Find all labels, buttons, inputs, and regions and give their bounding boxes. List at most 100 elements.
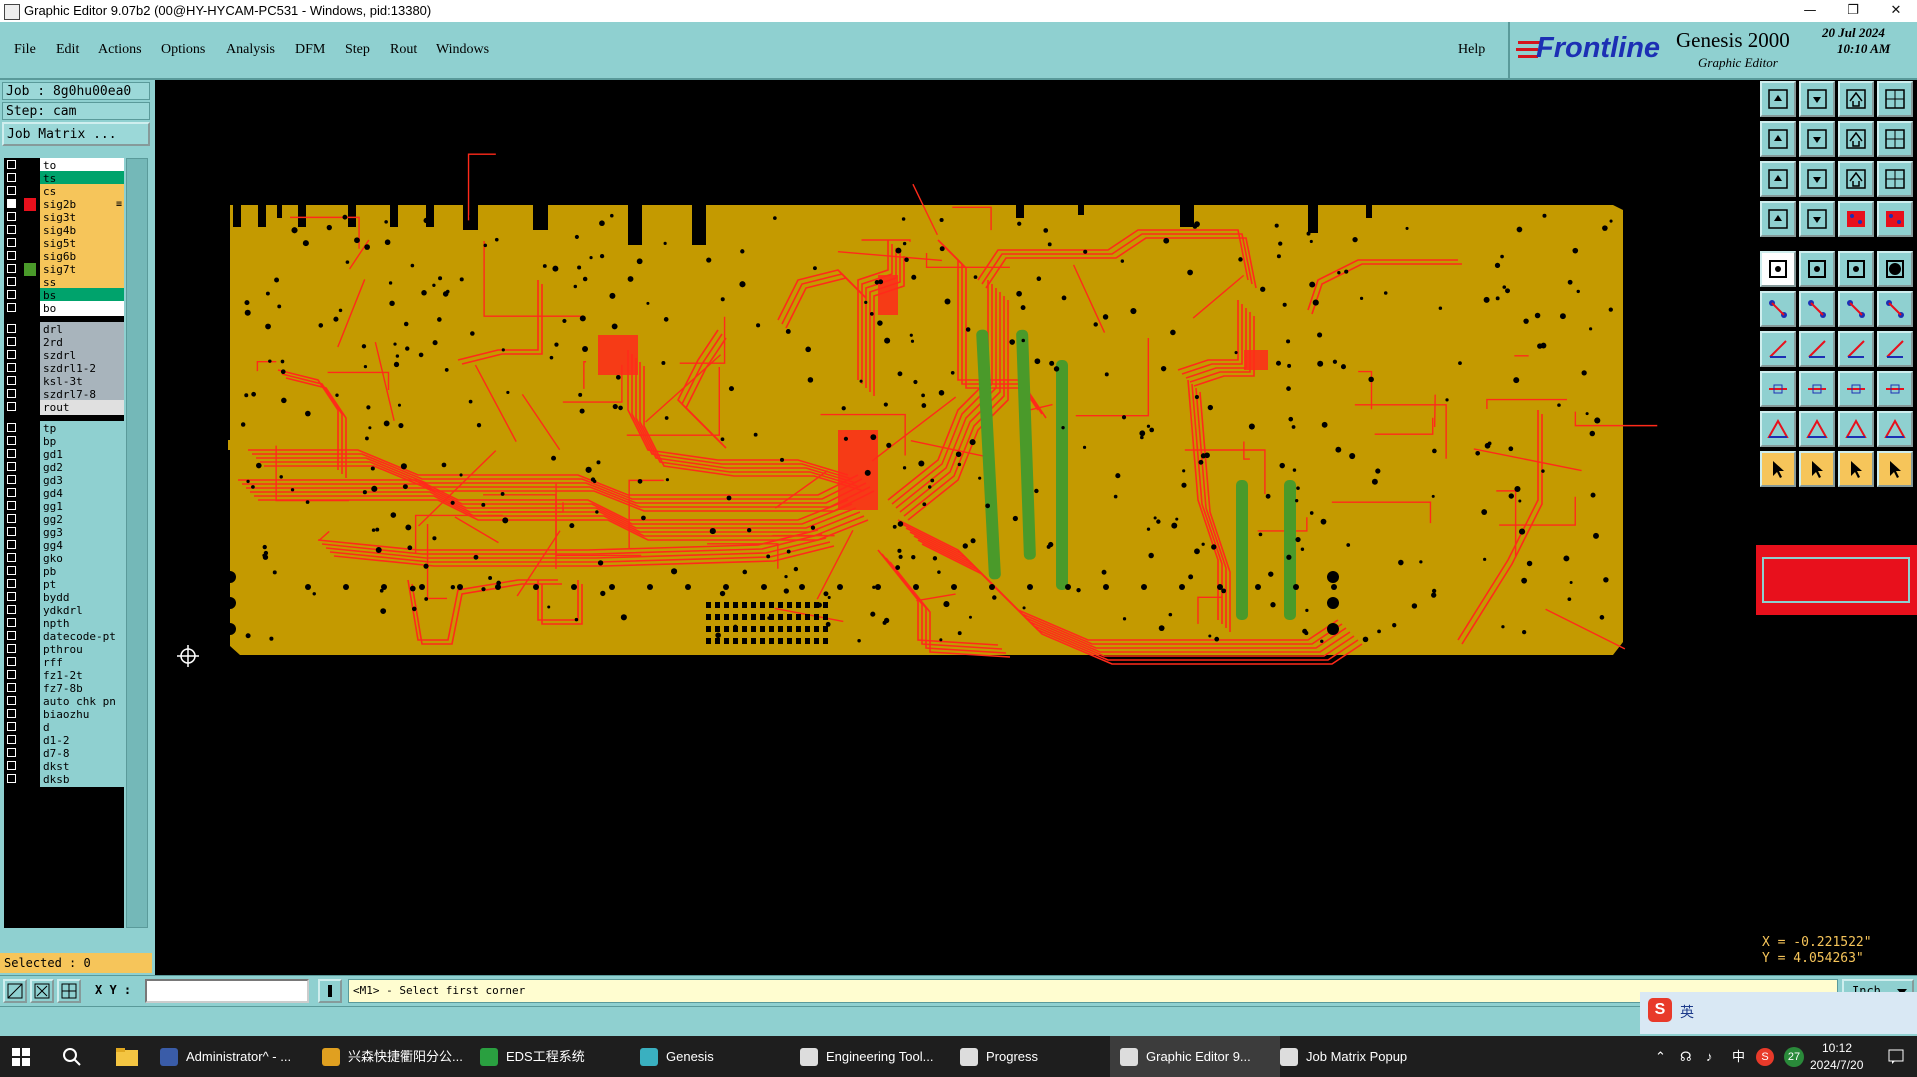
layer-checkbox[interactable] (7, 605, 16, 614)
node-tool-button[interactable] (1838, 291, 1874, 327)
layer-checkbox[interactable] (7, 657, 16, 666)
layer-checkbox[interactable] (7, 212, 16, 221)
triangle-tool-button[interactable] (1760, 411, 1796, 447)
clock-time[interactable]: 10:12 (1822, 1036, 1852, 1056)
layer-checkbox[interactable] (7, 251, 16, 260)
ime-mode[interactable]: 英 (1680, 1002, 1694, 1022)
layer-checkbox[interactable] (7, 579, 16, 588)
layer-row[interactable]: bo (4, 301, 124, 316)
layer-checkbox[interactable] (7, 402, 16, 411)
menu-file[interactable]: File (14, 42, 36, 58)
slash-tool-button[interactable] (1799, 331, 1835, 367)
layer-color-swatch[interactable] (24, 401, 36, 414)
layer-checkbox[interactable] (7, 774, 16, 783)
layer-checkbox[interactable] (7, 376, 16, 385)
layer-checkbox[interactable] (7, 592, 16, 601)
layer-checkbox[interactable] (7, 277, 16, 286)
menu-options[interactable]: Options (161, 42, 205, 58)
load-tool-button[interactable] (1760, 81, 1796, 117)
move-node-tool-button[interactable] (1877, 291, 1913, 327)
layer-checkbox[interactable] (7, 735, 16, 744)
menu-analysis[interactable]: Analysis (226, 42, 275, 58)
layer-checkbox[interactable] (7, 501, 16, 510)
xy-input[interactable] (145, 979, 309, 1003)
layer-checkbox[interactable] (7, 683, 16, 692)
layer-checkbox[interactable] (7, 761, 16, 770)
triangle-b-tool-button[interactable] (1838, 411, 1874, 447)
measure-mode-button[interactable] (30, 979, 54, 1003)
layer-checkbox[interactable] (7, 303, 16, 312)
file-explorer-icon[interactable] (116, 1048, 138, 1066)
pad-tool-button[interactable] (1760, 251, 1796, 287)
menu-windows[interactable]: Windows (436, 42, 489, 58)
layer-checkbox[interactable] (7, 566, 16, 575)
layer-checkbox[interactable] (7, 423, 16, 432)
pointer-tool-button[interactable] (1760, 451, 1796, 487)
line-tool-tool-button[interactable] (1838, 251, 1874, 287)
layer-red-tool-button[interactable] (1838, 201, 1874, 237)
layer-list[interactable]: to ts cs sig2b ≡ sig3t sig4b sig5t sig6b sig7t ss b… (4, 158, 124, 928)
measure-tool-button[interactable] (1838, 371, 1874, 407)
layer-checkbox[interactable] (7, 488, 16, 497)
layer-checkbox[interactable] (7, 631, 16, 640)
angle-tool-button[interactable] (1760, 331, 1796, 367)
grid-mode-button[interactable] (57, 979, 81, 1003)
close-button[interactable]: ✕ (1876, 0, 1916, 22)
layer-checkbox[interactable] (7, 324, 16, 333)
triangle-c-tool-button[interactable] (1877, 411, 1913, 447)
layer-checkbox[interactable] (7, 238, 16, 247)
pcb-view[interactable] (158, 80, 1756, 973)
layer-checkbox[interactable] (7, 514, 16, 523)
layer-checkbox[interactable] (7, 363, 16, 372)
pan-right-tool-button[interactable] (1799, 121, 1835, 157)
grid-tool-button[interactable] (1799, 201, 1835, 237)
layer-name[interactable]: rout (40, 400, 124, 415)
taskbar-item[interactable]: 兴森快捷衢阳分公... (322, 1036, 472, 1077)
taskbar-item[interactable]: Job Matrix Popup (1280, 1036, 1430, 1077)
layer-checkbox[interactable] (7, 225, 16, 234)
layer-name[interactable]: bo (40, 301, 124, 316)
triangle-a-tool-button[interactable] (1799, 411, 1835, 447)
network-icon[interactable]: ☊ (1680, 1036, 1692, 1077)
line-add-tool-button[interactable] (1799, 371, 1835, 407)
pointer-3-tool-button[interactable] (1838, 451, 1874, 487)
notification-center-icon[interactable] (1888, 1049, 1904, 1065)
sogou-ime-icon[interactable]: S (1648, 998, 1672, 1022)
pointer-2-tool-button[interactable] (1799, 451, 1835, 487)
arc-tool-button[interactable] (1838, 331, 1874, 367)
layer-checkbox[interactable] (7, 350, 16, 359)
pan-left-tool-button[interactable] (1760, 121, 1796, 157)
edit-shape-tool-button[interactable] (1799, 251, 1835, 287)
taskbar-item[interactable]: EDS工程系统 (480, 1036, 630, 1077)
layer-checkbox[interactable] (7, 618, 16, 627)
help-tool-button[interactable] (1877, 161, 1913, 197)
menu-actions[interactable]: Actions (98, 42, 142, 58)
prompt-info-button[interactable] (318, 979, 342, 1003)
menu-rout[interactable]: Rout (390, 42, 417, 58)
trace-split-tool-button[interactable] (1877, 331, 1913, 367)
restore-button[interactable]: ❐ (1833, 0, 1873, 22)
snapshot-tool-button[interactable] (1760, 201, 1796, 237)
input-language[interactable]: 中 (1732, 1036, 1745, 1077)
search-icon[interactable] (62, 1047, 82, 1067)
layer-checkbox[interactable] (7, 670, 16, 679)
layer-checkbox[interactable] (7, 389, 16, 398)
windows-start-icon[interactable] (12, 1048, 30, 1066)
layer-row[interactable]: dksb (4, 772, 124, 787)
home-tool-button[interactable] (1838, 81, 1874, 117)
menu-step[interactable]: Step (345, 42, 370, 58)
snap-mode-button[interactable] (3, 979, 27, 1003)
layer-checkbox[interactable] (7, 290, 16, 299)
layer-checkbox[interactable] (7, 449, 16, 458)
layer-checkbox[interactable] (7, 337, 16, 346)
layer-color-swatch[interactable] (24, 302, 36, 315)
layer-checkbox[interactable] (7, 264, 16, 273)
layer-checkbox[interactable] (7, 644, 16, 653)
taskbar-item[interactable]: Graphic Editor 9... (1110, 1036, 1280, 1077)
split-tool-button[interactable] (1877, 81, 1913, 117)
layer-color-swatch[interactable] (24, 773, 36, 786)
zoom-center-tool-button[interactable] (1799, 161, 1835, 197)
tray-chevron-icon[interactable]: ⌃ (1655, 1036, 1666, 1077)
circle-tool-tool-button[interactable] (1877, 251, 1913, 287)
redraw-tool-button[interactable] (1877, 121, 1913, 157)
